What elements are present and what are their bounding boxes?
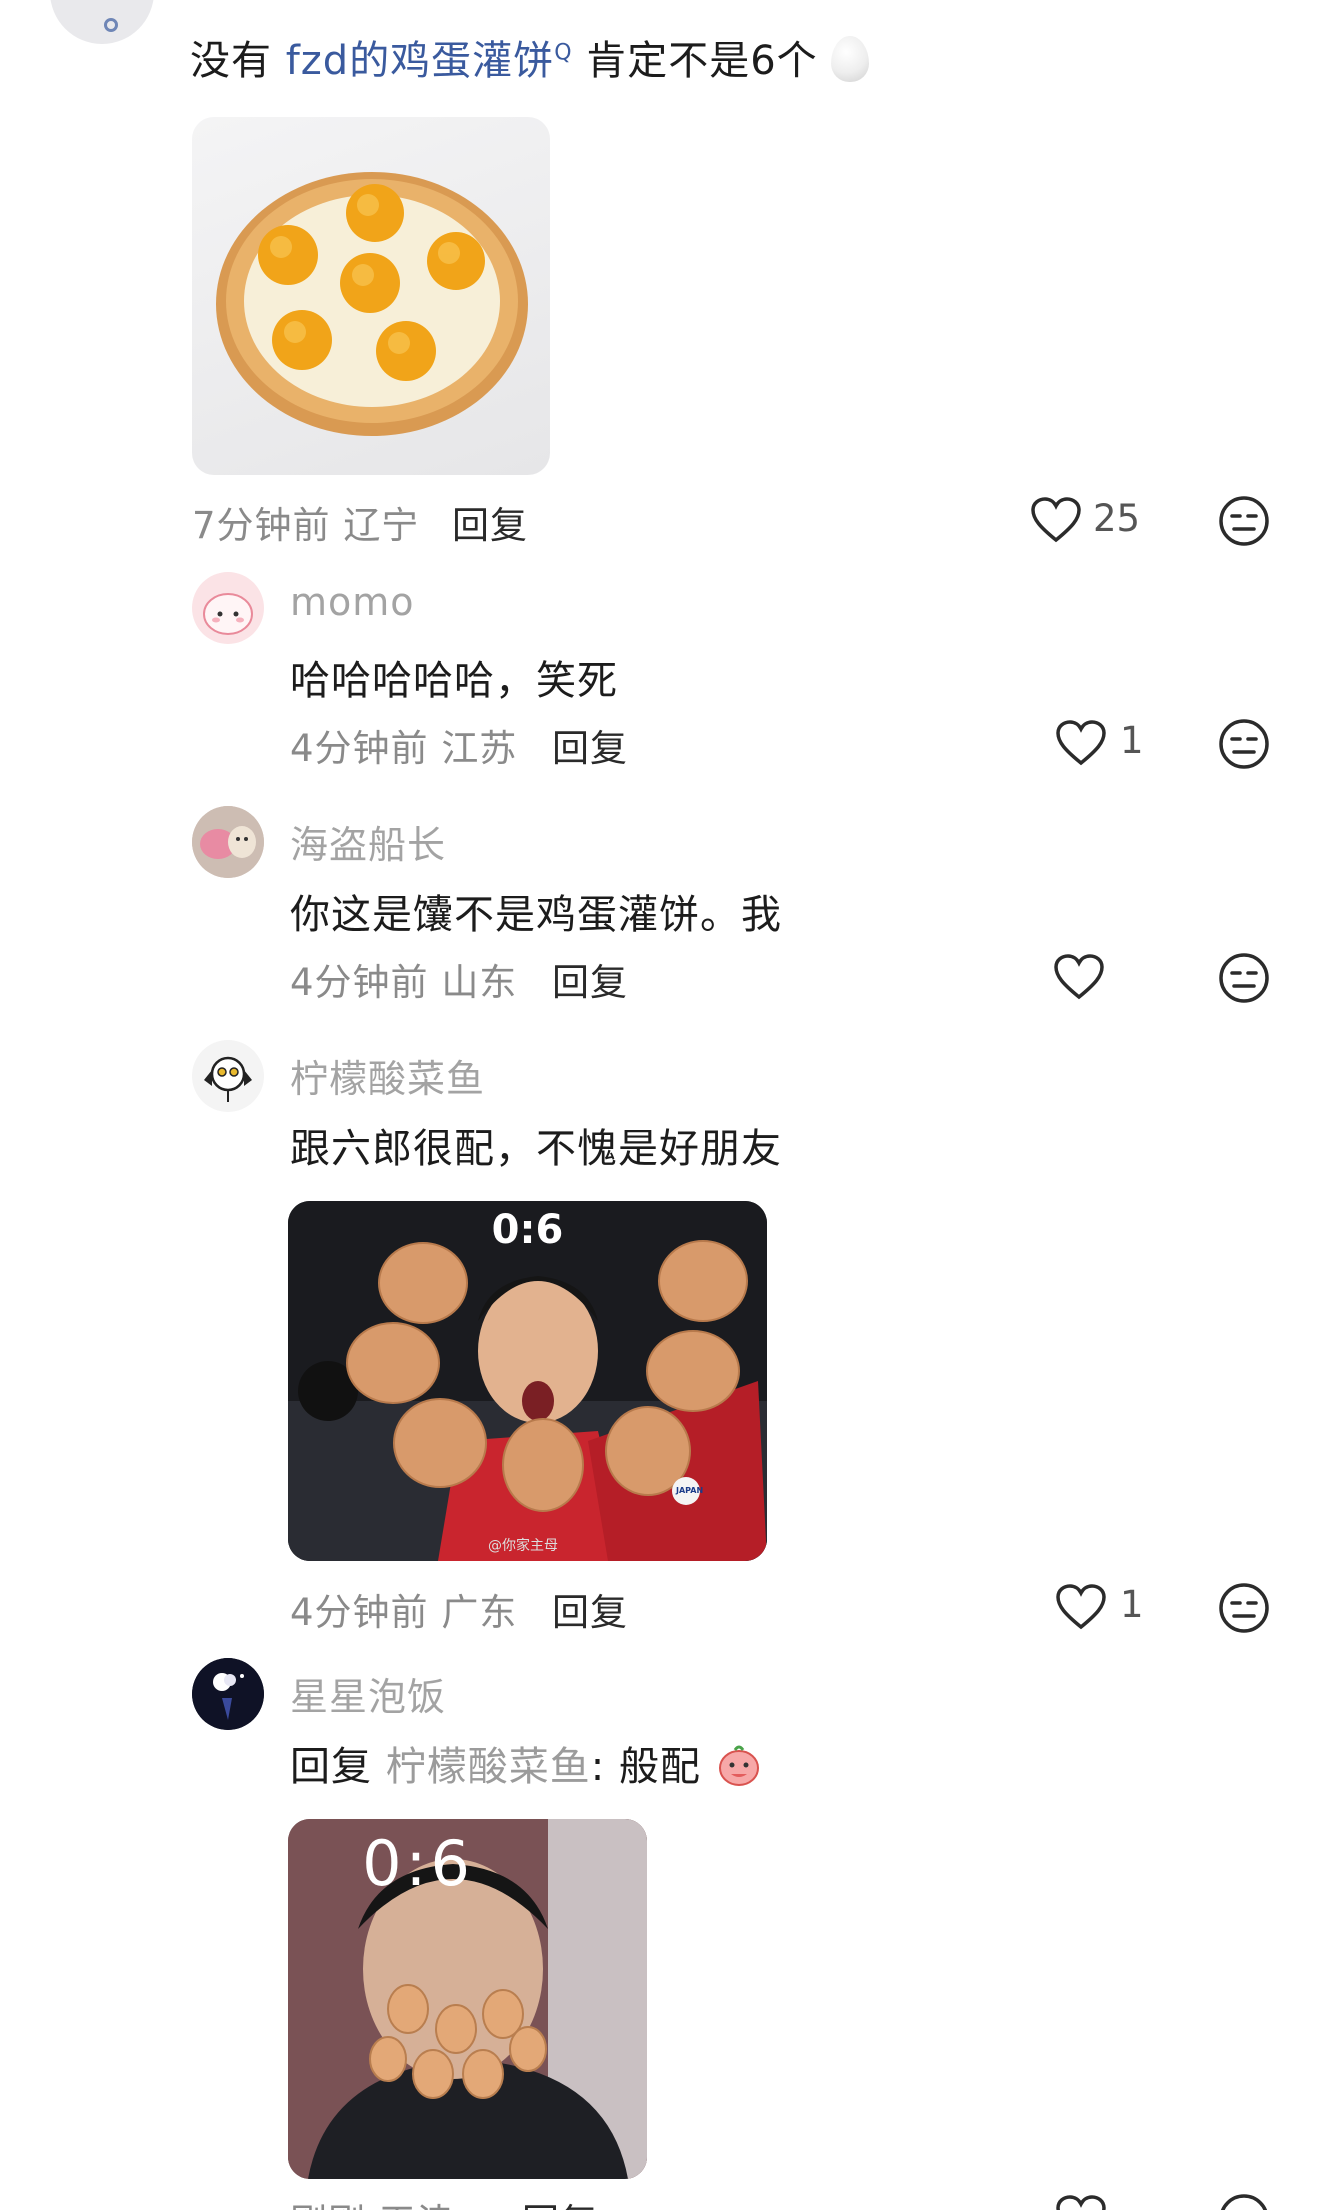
momo-comment-text: 哈哈哈哈哈，笑死 [290, 658, 618, 704]
top-comment-like-button[interactable] [1030, 496, 1082, 548]
xingxing-reply-button[interactable]: 回复 [522, 2192, 598, 2210]
ningmeng-avatar[interactable] [192, 1040, 264, 1112]
photo-watermark: @你家主母 [488, 1538, 558, 1554]
ningmeng-reply-button[interactable]: 回复 [552, 1582, 628, 1636]
heart-outline-icon [1056, 2195, 1106, 2210]
haidao-like-button[interactable] [1053, 953, 1105, 1005]
neutral-face-icon [1220, 2194, 1268, 2210]
xingxing-like-button[interactable] [1055, 2194, 1107, 2210]
mention-link[interactable]: 柠檬酸菜鱼 [386, 1744, 591, 1790]
xingxing-username[interactable]: 星星泡饭 [290, 1666, 446, 1721]
top-comment-reply-button[interactable]: 回复 [452, 495, 528, 549]
pink-character-avatar-icon [203, 593, 253, 635]
momo-meta: 4分钟前 江苏 [290, 727, 518, 770]
ningmeng-comment-text: 跟六郎很配，不愧是好朋友 [290, 1126, 782, 1172]
haidao-meta: 4分钟前 山东 [290, 961, 518, 1004]
neutral-face-icon [1219, 953, 1269, 1003]
robot-character-avatar-icon [204, 1056, 252, 1102]
neutral-face-icon [1219, 496, 1269, 546]
haidao-comment-text: 你这是馕不是鸡蛋灌饼。我 [290, 892, 782, 938]
momo-reply-button[interactable]: 回复 [552, 718, 628, 772]
photo-badge-text: JAPAN [676, 1486, 704, 1495]
search-link[interactable]: fzd的鸡蛋灌饼Q [286, 38, 573, 84]
momo-dislike-button[interactable] [1217, 717, 1271, 775]
pig-photo-avatar-icon [192, 806, 264, 878]
egg-emoji-icon [831, 36, 870, 82]
fried-egg-pizza-photo[interactable] [192, 117, 550, 475]
top-comment-dislike-button[interactable] [1217, 494, 1271, 552]
ningmeng-username[interactable]: 柠檬酸菜鱼 [290, 1048, 485, 1103]
photo-score-caption: 0:6 [362, 1827, 474, 1900]
top-commenter-avatar[interactable] [50, 0, 154, 44]
avatar-decoration [104, 18, 118, 32]
ningmeng-dislike-button[interactable] [1217, 1581, 1271, 1639]
xingxing-meta: 刚刚 天津 [290, 2192, 455, 2210]
haidao-dislike-button[interactable] [1217, 951, 1271, 1009]
ningmeng-like-count: 1 [1120, 1583, 1144, 1626]
neutral-face-icon [1219, 1583, 1269, 1633]
search-link-icon: Q [554, 40, 573, 66]
xingxing-comment-text: 回复 柠檬酸菜鱼: 般配 [290, 1734, 763, 1792]
top-comment-text: 没有 fzd的鸡蛋灌饼Q 肯定不是6个 [190, 28, 870, 86]
heart-outline-icon [1054, 954, 1104, 1000]
top-comment-like-count: 25 [1093, 497, 1141, 540]
player-eggs-face-photo[interactable]: 0:6 [288, 1819, 647, 2179]
player-with-eggs-illustration [288, 1201, 767, 1561]
top-comment-meta: 7分钟前 辽宁 [192, 504, 420, 547]
night-character-avatar-icon [192, 1658, 264, 1730]
heart-outline-icon [1031, 497, 1081, 543]
pizza-illustration [216, 172, 528, 436]
neutral-face-icon [1219, 719, 1269, 769]
haidao-avatar[interactable] [192, 806, 264, 878]
shy-character-emoji-icon [715, 1740, 763, 1788]
ningmeng-like-button[interactable] [1055, 1583, 1107, 1635]
haidao-username[interactable]: 海盗船长 [290, 814, 446, 869]
photo-score-caption: 0:6 [491, 1207, 564, 1253]
momo-like-button[interactable] [1055, 719, 1107, 771]
xingxing-dislike-button[interactable] [1217, 2192, 1271, 2210]
table-tennis-eggs-photo[interactable]: 0:6 JAPAN @你家主母 [288, 1201, 767, 1561]
heart-outline-icon [1056, 1584, 1106, 1630]
heart-outline-icon [1056, 720, 1106, 766]
momo-username[interactable]: momo [290, 580, 415, 624]
haidao-reply-button[interactable]: 回复 [552, 952, 628, 1006]
ningmeng-meta: 4分钟前 广东 [290, 1591, 518, 1634]
momo-avatar[interactable] [192, 572, 264, 644]
momo-like-count: 1 [1120, 719, 1144, 762]
xingxing-avatar[interactable] [192, 1658, 264, 1730]
